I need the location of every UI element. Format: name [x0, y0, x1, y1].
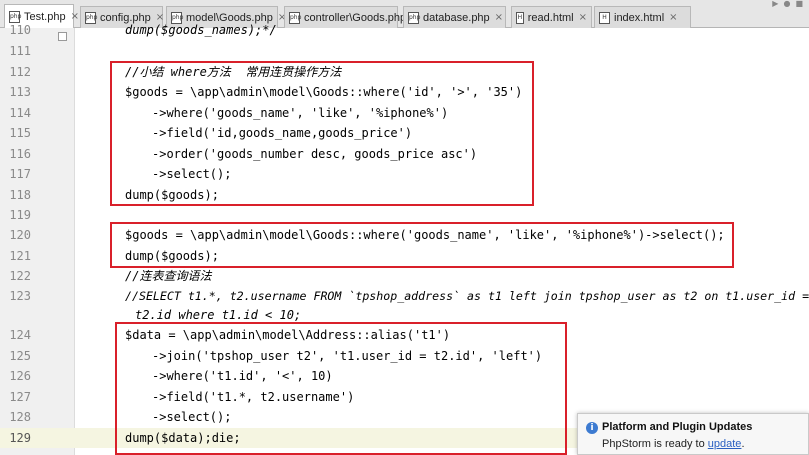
line-number: 117: [9, 167, 31, 181]
line-number: 111: [9, 44, 31, 58]
line-number: 110: [9, 23, 31, 37]
debug-icon[interactable]: ●: [783, 0, 790, 8]
line-number: 129: [9, 431, 31, 445]
info-icon: i: [586, 422, 598, 434]
code-line: 123 //SELECT t1.*, t2.username FROM `tps…: [0, 286, 809, 306]
line-number: 123: [9, 289, 31, 303]
line-number: 121: [9, 249, 31, 263]
line-number: 116: [9, 147, 31, 161]
notification-title: Platform and Plugin Updates: [602, 421, 753, 433]
update-link[interactable]: update: [708, 438, 742, 450]
line-number: 124: [9, 328, 31, 342]
code-text: //连表查询语法: [125, 269, 212, 283]
code-line: 110 dump($goods_names);*/: [0, 20, 809, 40]
line-number: 122: [9, 269, 31, 283]
line-number: 120: [9, 228, 31, 242]
toolbar-icons: ▶ ● ■: [772, 0, 803, 8]
update-notification[interactable]: i Platform and Plugin Updates PhpStorm i…: [577, 413, 809, 455]
stop-icon[interactable]: ■: [795, 0, 803, 8]
annotation-box-where-chain: [110, 61, 534, 206]
annotation-box-join-query: [115, 322, 567, 455]
line-number: 119: [9, 208, 31, 222]
annotation-box-select-chain: [110, 222, 734, 268]
line-number: 113: [9, 85, 31, 99]
code-line: 122 //连表查询语法: [0, 266, 809, 286]
line-number: 128: [9, 410, 31, 424]
notification-body: PhpStorm is ready to update.: [602, 438, 745, 450]
code-text: //SELECT t1.*, t2.username FROM `tpshop_…: [125, 289, 809, 303]
line-number: 127: [9, 390, 31, 404]
run-icon[interactable]: ▶: [772, 0, 778, 8]
line-number: 126: [9, 369, 31, 383]
line-number: 125: [9, 349, 31, 363]
notification-body-suffix: .: [741, 438, 745, 450]
code-editor[interactable]: 110 dump($goods_names);*/ 111 112 //小结 w…: [0, 23, 809, 455]
code-text: dump($goods_names);*/: [125, 23, 277, 37]
line-number: 112: [9, 65, 31, 79]
line-number: 115: [9, 126, 31, 140]
line-number: 114: [9, 106, 31, 120]
line-number: 118: [9, 188, 31, 202]
code-line: 111: [0, 41, 809, 61]
notification-body-prefix: PhpStorm is ready to: [602, 438, 708, 450]
